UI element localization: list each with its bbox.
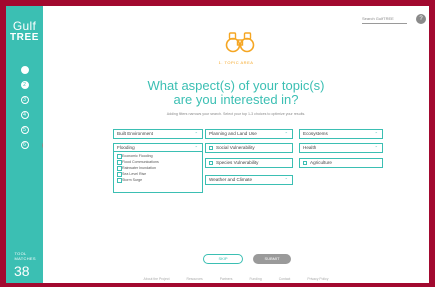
dropdown-label: Built Environment [117,131,154,136]
step-label: 1. TOPIC AREA [218,60,254,65]
step-2[interactable]: 2 [20,81,29,89]
dropdown-label: Ecosystems [303,131,328,136]
flooding-option[interactable]: Storm Surge [117,178,202,183]
ecosystems-dropdown[interactable]: Ecosystems ⌃ [299,129,383,139]
flooding-option[interactable]: Economic Flooding [117,154,202,159]
search-input[interactable]: Search GulfTREE [362,15,407,24]
tool-matches-count: 38 [14,263,30,279]
logo-line-2: TREE [9,32,40,43]
chevron-down-icon: ⌃ [284,131,288,136]
chevron-down-icon: ⌃ [194,131,198,136]
agriculture-checkbox[interactable]: Agriculture [299,158,383,168]
dropdown-label: Planning and Land Use [209,131,257,136]
binoculars-icon [225,32,255,53]
sidebar: Gulf TREE 2 3 4 5 6 Tool Matches 38 [6,6,43,283]
flooding-dropdown[interactable]: Flooding ⌃ Economic Flooding Flood Commu… [113,143,203,193]
page-title-line-2: are you interested in? [173,92,299,107]
dropdown-label: Health [303,145,317,150]
flooding-option[interactable]: Sea Level Rise [117,172,202,177]
logo-line-1: Gulf [12,19,37,33]
chevron-up-icon: ⌃ [194,145,198,150]
footer-link-partners[interactable]: Partners [220,277,233,281]
tool-matches-label: Tool Matches [14,251,36,261]
flooding-dropdown-header[interactable]: Flooding ⌃ [114,144,202,152]
dropdown-label: Flooding [117,145,135,150]
checkbox-icon [209,161,213,165]
step-1[interactable] [20,66,29,74]
built-environment-dropdown[interactable]: Built Environment ⌃ [113,129,203,139]
footer-link-about[interactable]: About the Project [144,277,170,281]
checkbox-icon [209,146,213,150]
checkbox-label: Agriculture [310,160,332,165]
step-4[interactable]: 4 [20,111,29,119]
footer-link-contact[interactable]: Contact [279,277,291,281]
checkbox-icon [303,161,307,165]
main-panel: Search GulfTREE ? 1. TOPIC AREA What asp… [43,6,429,283]
social-vulnerability-checkbox[interactable]: Social Vulnerability [205,143,293,153]
gulftree-logo[interactable]: Gulf TREE [6,20,43,43]
weather-climate-dropdown[interactable]: Weather and Climate ⌃ [205,175,293,185]
dropdown-label: Weather and Climate [209,177,253,182]
flooding-option[interactable]: Flood Communications [117,160,202,165]
page-title-line-1: What aspect(s) of your topic(s) [147,78,325,93]
chevron-down-icon: ⌃ [374,145,378,150]
footer-link-funding[interactable]: Funding [249,277,261,281]
species-vulnerability-checkbox[interactable]: Species Vulnerability [205,158,293,168]
flooding-option[interactable]: Rainwater Inundation [117,166,202,171]
app-frame: Gulf TREE 2 3 4 5 6 Tool Matches 38 Sear… [0,0,435,287]
step-6[interactable]: 6 [20,141,29,149]
help-icon[interactable]: ? [416,14,426,24]
checkbox-label: Species Vulnerability [216,160,259,165]
step-indicator: 2 3 4 5 6 [6,66,43,156]
step-5[interactable]: 5 [20,126,29,134]
tool-matches: Tool Matches 38 [6,251,43,279]
footer-nav: About the Project Resources Partners Fun… [43,277,429,281]
submit-button[interactable]: SUBMIT [253,254,291,264]
chevron-down-icon: ⌃ [284,177,288,182]
instructions: Adding filters narrows your search. Sele… [166,112,306,116]
skip-button[interactable]: SKIP [203,254,243,264]
planning-land-use-dropdown[interactable]: Planning and Land Use ⌃ [205,129,293,139]
footer-link-privacy[interactable]: Privacy Policy [307,277,328,281]
footer-link-resources[interactable]: Resources [187,277,203,281]
page-title: What aspect(s) of your topic(s) are you … [43,79,429,107]
chevron-down-icon: ⌃ [374,131,378,136]
health-dropdown[interactable]: Health ⌃ [299,143,383,153]
step-3[interactable]: 3 [20,96,29,104]
checkbox-label: Social Vulnerability [216,145,255,150]
